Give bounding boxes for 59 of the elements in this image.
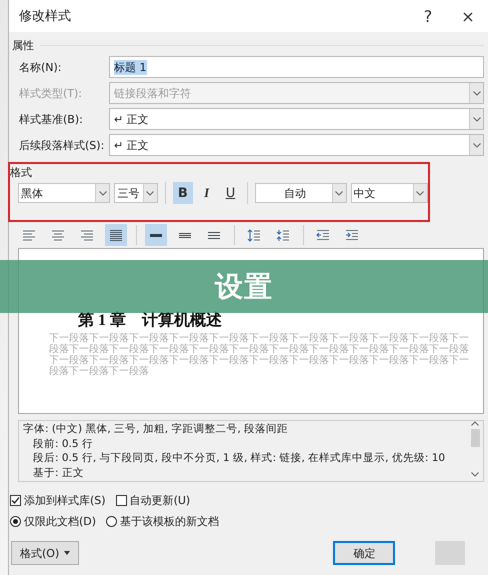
preview-text: 下一段落下一段落下一段落下一段落下一段落下一段落下一段落下一段落下一段落下一段落下一段落下一段落下一段落下一段落下一段落下一段落下一段落下一段落下一段落下一段落下一段落下一段落下一段落下一段落下一段落下一段落下一段落下一段落下一段落下一段落下一段落下一段落下一段落下一段落 — [49, 333, 469, 377]
field-label: 名称(N): — [18, 60, 63, 74]
align-right-icon — [80, 228, 94, 242]
radio-label: 仅限此文档(D) — [24, 514, 96, 528]
field-label: 样式类型(T): — [18, 86, 84, 100]
caret-icon — [64, 551, 70, 555]
section-heading: 属性 — [12, 38, 34, 52]
checkbox[interactable] — [116, 494, 127, 506]
chevron-icon — [472, 142, 480, 148]
underline-button[interactable]: U — [220, 182, 240, 204]
title-banner: 设置 — [0, 260, 488, 313]
italic-button[interactable]: I — [196, 182, 217, 204]
increase-indent-icon — [345, 228, 359, 242]
bold-button[interactable]: B — [172, 182, 193, 204]
scroll-up-icon — [471, 421, 479, 426]
help-button[interactable]: ? — [408, 0, 448, 32]
chevron-icon — [472, 116, 480, 122]
space-before-icon — [247, 228, 261, 242]
language-dropdown[interactable]: 中文 — [350, 183, 428, 203]
single-spacing-button[interactable] — [145, 224, 167, 246]
name-field[interactable]: 标题 1 — [109, 56, 484, 78]
checkbox-label: 添加到样式库(S) — [24, 492, 106, 508]
checkbox-label: 自动更新(U) — [130, 492, 190, 508]
space-after-icon — [276, 228, 290, 242]
check-icon — [11, 496, 20, 504]
chevron-icon — [416, 190, 424, 196]
radio-button[interactable] — [10, 516, 21, 526]
chevron-icon — [98, 190, 107, 196]
style-dropdown[interactable]: ↵ 正文 — [109, 134, 484, 156]
ok-button[interactable]: 确定 — [333, 541, 396, 565]
justify-button[interactable] — [105, 224, 127, 246]
description-line: 段前: 0.5 行 — [32, 436, 94, 451]
justify-icon — [109, 228, 123, 242]
font-dropdown[interactable]: 黑体 — [18, 183, 110, 203]
font-size-dropdown[interactable]: 三号 — [114, 183, 158, 203]
radio-button[interactable] — [106, 516, 118, 526]
field-label: 样式基准(B): — [18, 112, 84, 126]
checkbox[interactable] — [10, 494, 21, 506]
chevron-icon — [335, 190, 344, 196]
close-button[interactable]: × — [448, 0, 488, 32]
chevron-icon — [146, 190, 154, 196]
align-center-icon — [51, 228, 65, 242]
window-title: 修改样式 — [19, 8, 72, 25]
preview-heading: 第 1 章 计算机概述 — [78, 310, 223, 331]
scroll-down-icon — [471, 472, 479, 477]
decrease-indent-icon — [316, 228, 330, 242]
format-menu-button[interactable]: 格式(O) — [11, 541, 80, 565]
align-left-icon — [22, 228, 36, 242]
chevron-icon — [472, 90, 480, 96]
field-value: 标题 1 — [114, 60, 146, 74]
description-line: 基于: 正文 — [32, 466, 85, 480]
description-line: 字体: (中文) 黑体, 三号, 加粗, 字距调整二号, 段落间距 — [23, 422, 290, 436]
description-line: 段后: 0.5 行, 与下段同页, 段中不分页, 1 级, 样式: 链接, 在样式库中显示, 优先级: 10 — [32, 451, 446, 466]
section-heading: 格式 — [9, 165, 33, 181]
font-color-dropdown[interactable]: 自动 — [255, 183, 347, 203]
style-dropdown[interactable]: ↵ 正文 — [109, 108, 484, 130]
field-label: 后续段落样式(S): — [18, 138, 106, 152]
scrollbar-thumb[interactable] — [470, 429, 480, 447]
radio-label: 基于该模板的新文档 — [120, 514, 220, 528]
